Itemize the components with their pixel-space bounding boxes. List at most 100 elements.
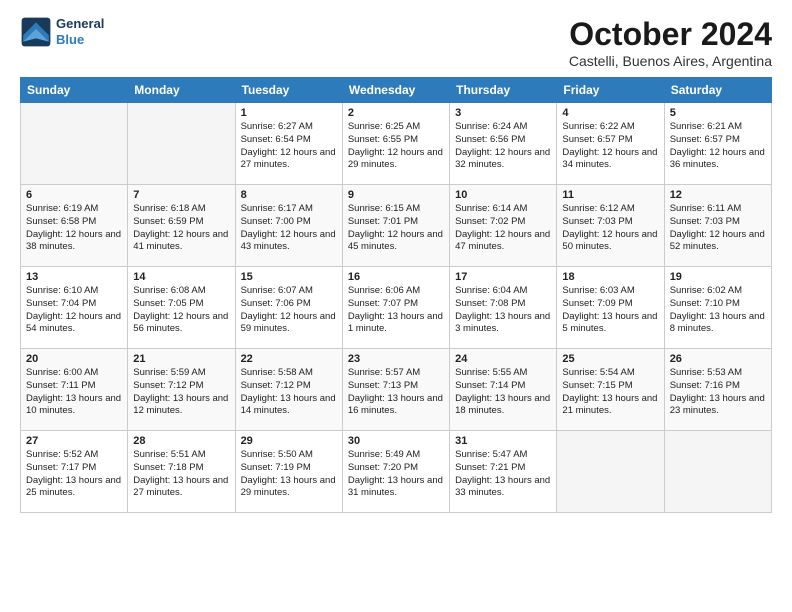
month-title: October 2024 [569,16,772,53]
cell-text: Sunrise: 5:52 AM [26,449,122,462]
cell-text: Daylight: 12 hours and 47 minutes. [455,229,551,255]
day-number: 31 [455,435,551,447]
calendar-cell: 1Sunrise: 6:27 AMSunset: 6:54 PMDaylight… [235,103,342,185]
cell-text: Sunrise: 5:50 AM [241,449,337,462]
cell-text: Daylight: 12 hours and 27 minutes. [241,147,337,173]
calendar-cell: 17Sunrise: 6:04 AMSunset: 7:08 PMDayligh… [450,267,557,349]
calendar-cell: 6Sunrise: 6:19 AMSunset: 6:58 PMDaylight… [21,185,128,267]
day-number: 29 [241,435,337,447]
cell-text: Sunset: 7:16 PM [670,380,766,393]
calendar-cell: 28Sunrise: 5:51 AMSunset: 7:18 PMDayligh… [128,431,235,513]
cell-text: Sunrise: 6:27 AM [241,121,337,134]
cell-text: Sunset: 7:08 PM [455,298,551,311]
cell-text: Sunset: 7:02 PM [455,216,551,229]
cell-text: Sunrise: 6:12 AM [562,203,658,216]
cell-text: Daylight: 13 hours and 10 minutes. [26,393,122,419]
cell-text: Sunset: 6:57 PM [562,134,658,147]
cell-text: Sunset: 7:07 PM [348,298,444,311]
cell-text: Sunrise: 5:59 AM [133,367,229,380]
cell-text: Daylight: 13 hours and 16 minutes. [348,393,444,419]
cell-text: Sunrise: 6:25 AM [348,121,444,134]
day-number: 1 [241,107,337,119]
calendar-week-5: 27Sunrise: 5:52 AMSunset: 7:17 PMDayligh… [21,431,772,513]
cell-text: Sunrise: 6:17 AM [241,203,337,216]
cell-text: Sunrise: 6:03 AM [562,285,658,298]
title-block: October 2024 Castelli, Buenos Aires, Arg… [569,16,772,69]
day-number: 10 [455,189,551,201]
weekday-header-saturday: Saturday [664,78,771,103]
cell-text: Sunrise: 6:06 AM [348,285,444,298]
calendar-cell: 14Sunrise: 6:08 AMSunset: 7:05 PMDayligh… [128,267,235,349]
cell-text: Sunrise: 6:19 AM [26,203,122,216]
day-number: 15 [241,271,337,283]
logo: General Blue [20,16,104,48]
cell-text: Sunset: 7:12 PM [241,380,337,393]
day-number: 23 [348,353,444,365]
cell-text: Sunrise: 6:02 AM [670,285,766,298]
cell-text: Sunrise: 6:07 AM [241,285,337,298]
cell-text: Daylight: 13 hours and 23 minutes. [670,393,766,419]
cell-text: Sunrise: 6:18 AM [133,203,229,216]
calendar-cell: 22Sunrise: 5:58 AMSunset: 7:12 PMDayligh… [235,349,342,431]
calendar-cell: 9Sunrise: 6:15 AMSunset: 7:01 PMDaylight… [342,185,449,267]
cell-text: Sunset: 7:15 PM [562,380,658,393]
location-text: Castelli, Buenos Aires, Argentina [569,53,772,69]
calendar-cell [21,103,128,185]
cell-text: Daylight: 12 hours and 34 minutes. [562,147,658,173]
cell-text: Sunrise: 6:11 AM [670,203,766,216]
day-number: 5 [670,107,766,119]
calendar-cell: 11Sunrise: 6:12 AMSunset: 7:03 PMDayligh… [557,185,664,267]
cell-text: Daylight: 13 hours and 18 minutes. [455,393,551,419]
calendar-cell: 18Sunrise: 6:03 AMSunset: 7:09 PMDayligh… [557,267,664,349]
cell-text: Sunrise: 5:54 AM [562,367,658,380]
cell-text: Sunrise: 6:21 AM [670,121,766,134]
calendar-body: 1Sunrise: 6:27 AMSunset: 6:54 PMDaylight… [21,103,772,513]
logo-icon [20,16,52,48]
cell-text: Daylight: 12 hours and 38 minutes. [26,229,122,255]
cell-text: Sunrise: 5:58 AM [241,367,337,380]
calendar-header-row: SundayMondayTuesdayWednesdayThursdayFrid… [21,78,772,103]
cell-text: Daylight: 12 hours and 36 minutes. [670,147,766,173]
cell-text: Sunrise: 5:55 AM [455,367,551,380]
cell-text: Sunrise: 5:53 AM [670,367,766,380]
day-number: 20 [26,353,122,365]
cell-text: Sunrise: 6:24 AM [455,121,551,134]
calendar-cell: 26Sunrise: 5:53 AMSunset: 7:16 PMDayligh… [664,349,771,431]
cell-text: Sunrise: 5:51 AM [133,449,229,462]
cell-text: Daylight: 12 hours and 43 minutes. [241,229,337,255]
calendar-cell: 20Sunrise: 6:00 AMSunset: 7:11 PMDayligh… [21,349,128,431]
cell-text: Sunrise: 6:22 AM [562,121,658,134]
cell-text: Sunset: 6:57 PM [670,134,766,147]
calendar-cell [128,103,235,185]
cell-text: Daylight: 12 hours and 54 minutes. [26,311,122,337]
day-number: 8 [241,189,337,201]
cell-text: Daylight: 12 hours and 50 minutes. [562,229,658,255]
cell-text: Sunset: 7:10 PM [670,298,766,311]
cell-text: Sunset: 6:56 PM [455,134,551,147]
cell-text: Sunrise: 6:15 AM [348,203,444,216]
calendar-cell: 4Sunrise: 6:22 AMSunset: 6:57 PMDaylight… [557,103,664,185]
cell-text: Sunset: 7:05 PM [133,298,229,311]
cell-text: Sunset: 7:09 PM [562,298,658,311]
cell-text: Daylight: 12 hours and 45 minutes. [348,229,444,255]
cell-text: Daylight: 13 hours and 27 minutes. [133,475,229,501]
cell-text: Sunset: 7:11 PM [26,380,122,393]
calendar-cell: 24Sunrise: 5:55 AMSunset: 7:14 PMDayligh… [450,349,557,431]
day-number: 19 [670,271,766,283]
day-number: 11 [562,189,658,201]
calendar-cell: 10Sunrise: 6:14 AMSunset: 7:02 PMDayligh… [450,185,557,267]
calendar-cell: 8Sunrise: 6:17 AMSunset: 7:00 PMDaylight… [235,185,342,267]
day-number: 27 [26,435,122,447]
calendar-cell: 23Sunrise: 5:57 AMSunset: 7:13 PMDayligh… [342,349,449,431]
weekday-header-tuesday: Tuesday [235,78,342,103]
calendar-week-3: 13Sunrise: 6:10 AMSunset: 7:04 PMDayligh… [21,267,772,349]
cell-text: Daylight: 13 hours and 29 minutes. [241,475,337,501]
calendar-cell [664,431,771,513]
cell-text: Daylight: 13 hours and 3 minutes. [455,311,551,337]
cell-text: Sunset: 7:13 PM [348,380,444,393]
day-number: 12 [670,189,766,201]
calendar-page: General Blue October 2024 Castelli, Buen… [0,0,792,612]
day-number: 14 [133,271,229,283]
cell-text: Sunset: 7:03 PM [670,216,766,229]
weekday-header-friday: Friday [557,78,664,103]
